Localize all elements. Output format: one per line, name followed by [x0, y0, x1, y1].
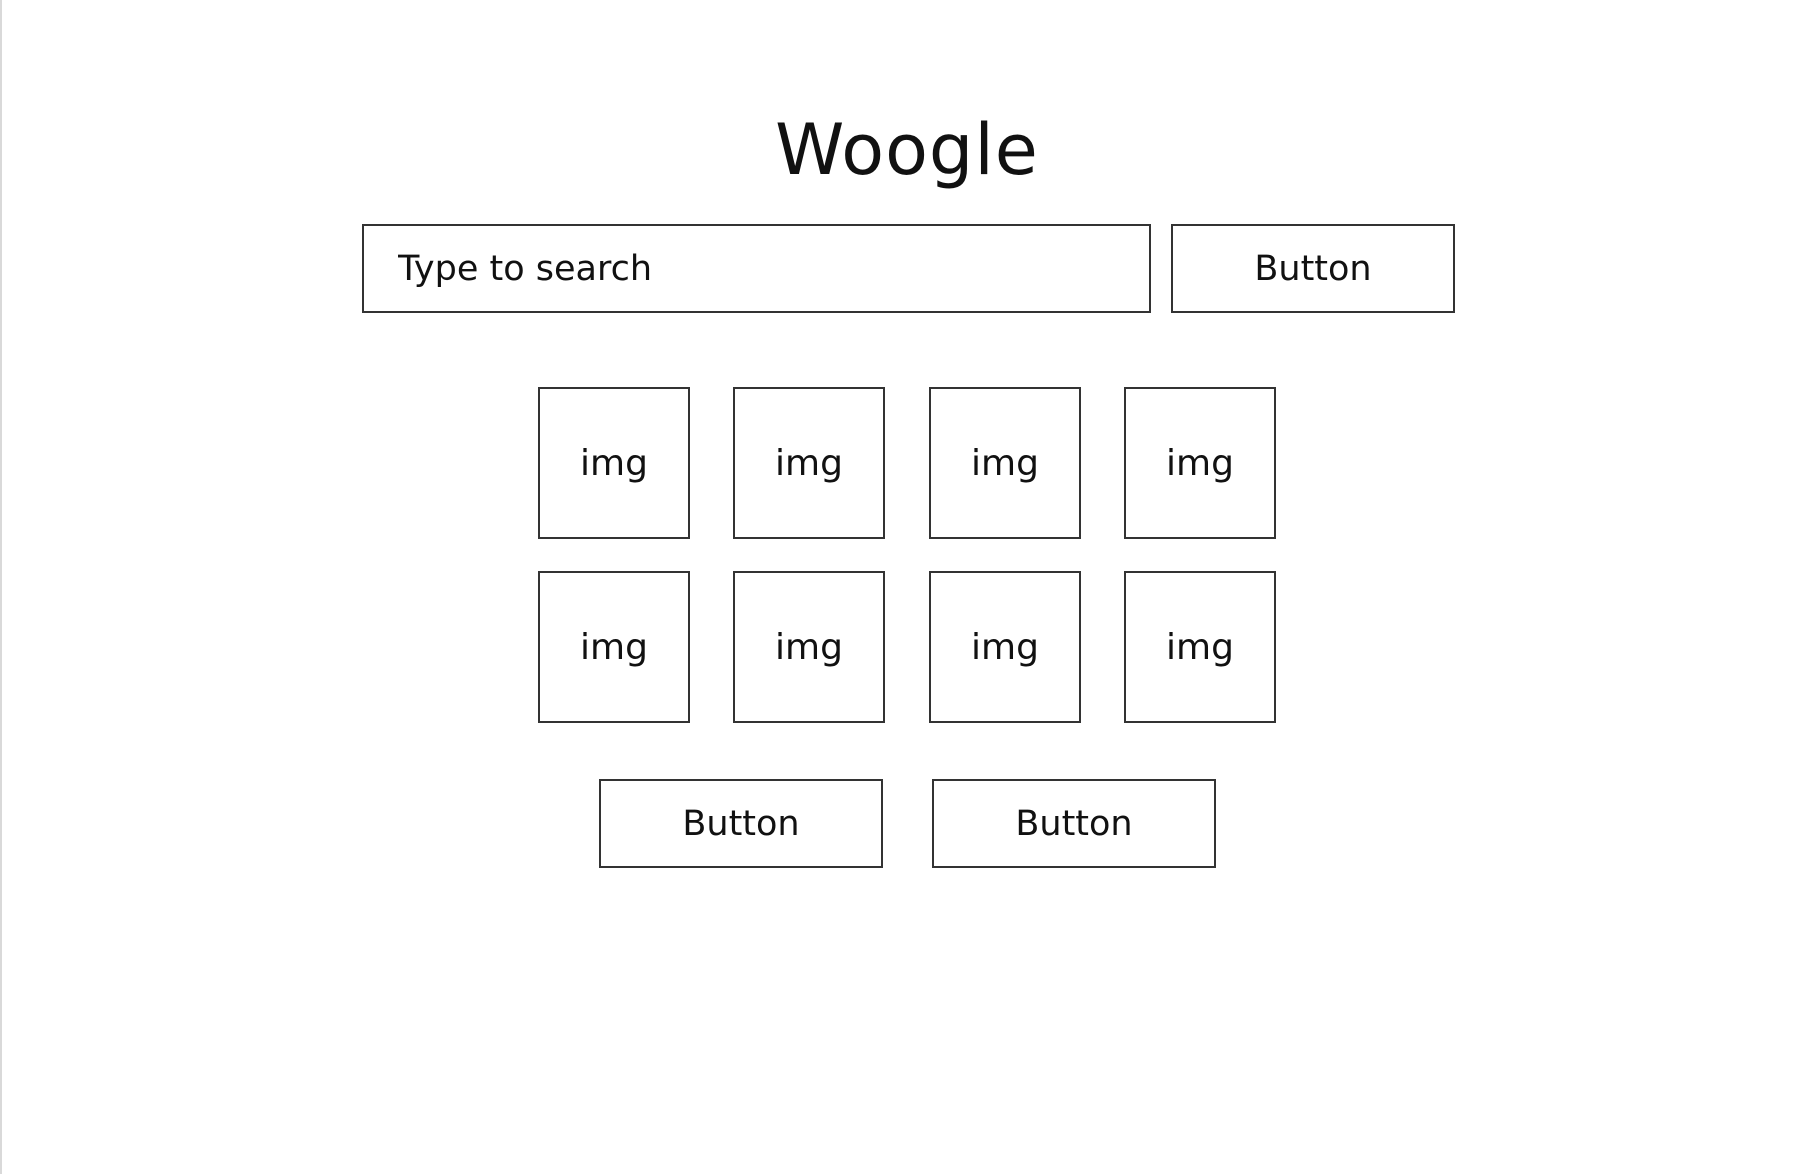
footer-button-2[interactable]: Button: [932, 779, 1216, 868]
search-input[interactable]: [362, 224, 1151, 313]
image-tile-1[interactable]: img: [538, 387, 690, 539]
page: Woogle Button img img img img img img im…: [0, 0, 1810, 1174]
image-tile-5[interactable]: img: [538, 571, 690, 723]
search-button[interactable]: Button: [1171, 224, 1455, 313]
footer-button-1[interactable]: Button: [599, 779, 883, 868]
image-tile-8[interactable]: img: [1124, 571, 1276, 723]
image-tile-7[interactable]: img: [929, 571, 1081, 723]
image-tile-3[interactable]: img: [929, 387, 1081, 539]
page-title: Woogle: [775, 109, 1039, 191]
image-tile-4[interactable]: img: [1124, 387, 1276, 539]
image-tile-2[interactable]: img: [733, 387, 885, 539]
image-tile-6[interactable]: img: [733, 571, 885, 723]
